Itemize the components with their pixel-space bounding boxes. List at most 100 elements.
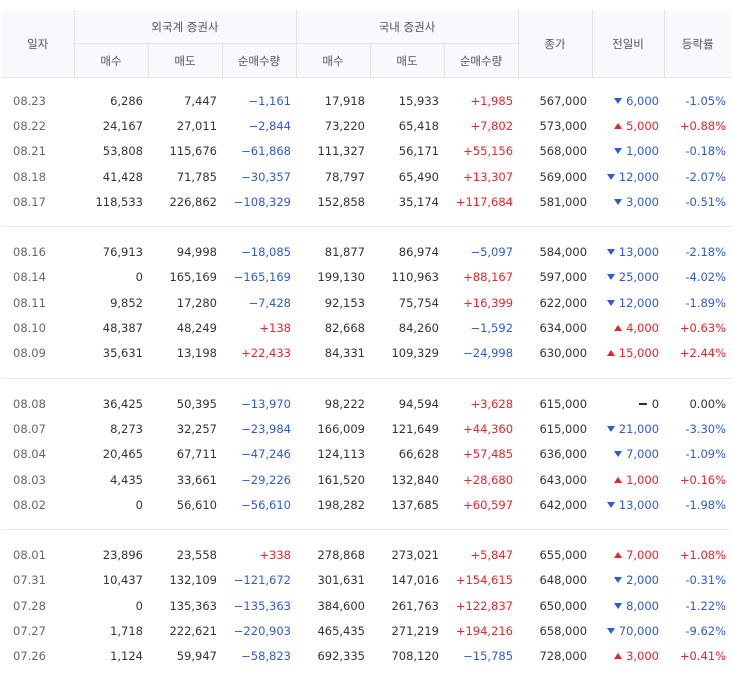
foreign-buy-cell: 41,428 bbox=[102, 169, 143, 184]
domestic-sell-cell: 137,685 bbox=[391, 497, 439, 512]
date-cell: 08.10 bbox=[13, 321, 46, 336]
table-row: 08.10 48,387 48,249 +138 82,668 84,260 −1,592 6… bbox=[2, 315, 731, 340]
domestic-buy-cell: 124,113 bbox=[317, 447, 365, 462]
change-cell: 12,000 bbox=[592, 164, 664, 189]
date-cell: 08.07 bbox=[13, 421, 46, 436]
domestic-sell-cell: 708,120 bbox=[391, 649, 439, 664]
domestic-sell-cell: 65,490 bbox=[398, 169, 439, 184]
close-price-cell: 728,000 bbox=[539, 649, 588, 664]
domestic-buy-header: 매수 bbox=[295, 43, 370, 78]
foreign-buy-cell: 76,913 bbox=[102, 245, 143, 260]
domestic-net-cell: +16,399 bbox=[463, 295, 514, 310]
domestic-net-cell: +3,628 bbox=[470, 396, 514, 411]
rate-cell: +2.44% bbox=[679, 346, 727, 361]
domestic-net-cell: −1,592 bbox=[470, 321, 514, 336]
table-row: 08.11 9,852 17,280 −7,428 92,153 75,754 +16,39… bbox=[2, 290, 731, 315]
change-value: 6,000 bbox=[626, 93, 660, 108]
foreign-sell-cell: 48,249 bbox=[176, 321, 217, 336]
rate-cell: -1.22% bbox=[685, 598, 727, 613]
triangle-up-icon bbox=[614, 325, 623, 332]
foreign-sell-cell: 13,198 bbox=[176, 346, 217, 361]
foreign-sell-cell: 59,947 bbox=[176, 649, 217, 664]
close-price-cell: 650,000 bbox=[539, 598, 588, 613]
domestic-sell-cell: 132,840 bbox=[391, 472, 439, 487]
rate-cell: -1.89% bbox=[685, 295, 727, 310]
change-value: 13,000 bbox=[618, 245, 660, 260]
table-row: 08.16 76,913 94,998 −18,085 81,877 86,974 −5,0… bbox=[2, 239, 731, 264]
foreign-buy-cell: 23,896 bbox=[102, 548, 143, 563]
date-cell: 08.18 bbox=[13, 169, 46, 184]
change-cell: 7,000 bbox=[592, 542, 664, 567]
rate-cell: -0.31% bbox=[685, 573, 727, 588]
domestic-buy-cell: 81,877 bbox=[324, 245, 365, 260]
change-value: 1,000 bbox=[626, 144, 660, 159]
close-price-cell: 636,000 bbox=[539, 447, 588, 462]
rate-cell: +0.88% bbox=[679, 118, 727, 133]
close-price-cell: 615,000 bbox=[539, 421, 588, 436]
foreign-buy-cell: 1,718 bbox=[110, 623, 143, 638]
domestic-sell-cell: 65,418 bbox=[398, 118, 439, 133]
foreign-buy-cell: 53,808 bbox=[102, 144, 143, 159]
table-row: 08.08 36,425 50,395 −13,970 98,222 94,594 +3,6… bbox=[2, 391, 731, 416]
rate-cell: -2.07% bbox=[685, 169, 727, 184]
triangle-down-icon bbox=[614, 602, 623, 609]
close-price-cell: 643,000 bbox=[539, 472, 588, 487]
foreign-sell-cell: 135,363 bbox=[169, 598, 217, 613]
rate-cell: -0.51% bbox=[685, 194, 727, 209]
rate-cell: 0.00% bbox=[689, 396, 727, 411]
change-cell: 1,000 bbox=[592, 467, 664, 492]
close-price-cell: 615,000 bbox=[539, 396, 588, 411]
triangle-down-icon bbox=[606, 425, 615, 432]
foreign-net-cell: −2,844 bbox=[248, 118, 291, 133]
date-cell: 08.16 bbox=[13, 245, 46, 260]
foreign-buy-cell: 6,286 bbox=[110, 93, 143, 108]
change-value: 3,000 bbox=[626, 649, 660, 664]
domestic-sell-cell: 84,260 bbox=[398, 321, 439, 336]
foreign-buy-cell: 0 bbox=[135, 270, 143, 285]
close-price-cell: 597,000 bbox=[539, 270, 588, 285]
rate-header: 등락률 bbox=[663, 10, 732, 78]
foreign-buy-cell: 36,425 bbox=[102, 396, 143, 411]
table-row: 07.31 10,437 132,109 −121,672 301,631 147,016… bbox=[2, 568, 731, 593]
change-cell: 4,000 bbox=[592, 315, 664, 340]
domestic-net-cell: +1,985 bbox=[470, 93, 514, 108]
foreign-broker-header: 외국계 증권사 bbox=[73, 10, 296, 44]
foreign-buy-cell: 48,387 bbox=[102, 321, 143, 336]
change-value: 2,000 bbox=[626, 573, 660, 588]
change-cell: 13,000 bbox=[592, 239, 664, 264]
domestic-buy-cell: 111,327 bbox=[317, 144, 365, 159]
group-divider bbox=[2, 365, 732, 379]
change-header: 전일비 bbox=[591, 10, 665, 78]
domestic-net-cell: +117,684 bbox=[455, 194, 514, 209]
date-cell: 07.28 bbox=[13, 598, 46, 613]
change-value: 0 bbox=[651, 396, 660, 411]
change-value: 7,000 bbox=[626, 447, 660, 462]
close-price-cell: 567,000 bbox=[539, 93, 588, 108]
foreign-buy-cell: 24,167 bbox=[102, 118, 143, 133]
close-price-cell: 634,000 bbox=[539, 321, 588, 336]
change-value: 8,000 bbox=[626, 598, 660, 613]
table-row: 07.27 1,718 222,621 −220,903 465,435 271,219 +… bbox=[2, 618, 731, 643]
domestic-buy-cell: 198,282 bbox=[317, 497, 365, 512]
foreign-sell-cell: 7,447 bbox=[184, 93, 217, 108]
change-value: 15,000 bbox=[618, 346, 660, 361]
change-cell: 3,000 bbox=[592, 644, 664, 669]
date-cell: 08.21 bbox=[13, 144, 46, 159]
domestic-sell-cell: 109,329 bbox=[391, 346, 439, 361]
domestic-buy-cell: 84,331 bbox=[324, 346, 365, 361]
domestic-sell-cell: 94,594 bbox=[398, 396, 439, 411]
foreign-sell-header: 매도 bbox=[147, 43, 222, 78]
foreign-net-cell: +138 bbox=[259, 321, 291, 336]
foreign-buy-cell: 8,273 bbox=[110, 421, 143, 436]
broker-trading-table: 일자 외국계 증권사 국내 증권사 종가 전일비 등락률 매수 매도 순매수량 … bbox=[2, 10, 732, 669]
triangle-up-icon bbox=[614, 653, 623, 660]
foreign-sell-cell: 115,676 bbox=[169, 144, 217, 159]
change-value: 3,000 bbox=[626, 194, 660, 209]
close-price-cell: 648,000 bbox=[539, 573, 588, 588]
domestic-buy-cell: 82,668 bbox=[324, 321, 365, 336]
foreign-net-cell: −18,085 bbox=[241, 245, 291, 260]
domestic-buy-cell: 98,222 bbox=[324, 396, 365, 411]
foreign-sell-cell: 33,661 bbox=[176, 472, 217, 487]
date-cell: 07.27 bbox=[13, 623, 46, 638]
date-cell: 08.23 bbox=[13, 93, 46, 108]
